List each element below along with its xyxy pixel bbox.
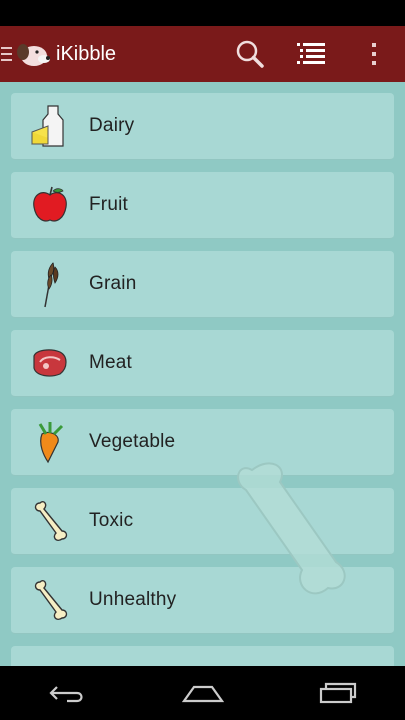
category-item-partial[interactable] (11, 646, 394, 666)
category-list-screen: Dairy Fruit Grain Meat Vegetable Toxic U… (0, 82, 405, 666)
category-item-meat[interactable]: Meat (11, 330, 394, 397)
category-label: Grain (89, 273, 137, 294)
action-bar: iKibble (0, 26, 405, 82)
category-label: Fruit (89, 194, 128, 215)
bone-icon (11, 488, 89, 555)
category-item-vegetable[interactable]: Vegetable (11, 409, 394, 476)
home-icon[interactable] (163, 666, 243, 720)
category-item-toxic[interactable]: Toxic (11, 488, 394, 555)
category-label: Meat (89, 352, 133, 373)
wheat-icon (11, 251, 89, 318)
category-label: Unhealthy (89, 589, 177, 610)
dog-logo-icon[interactable] (14, 26, 52, 82)
category-label: Dairy (89, 115, 135, 136)
carrot-icon (11, 409, 89, 476)
overflow-menu-icon[interactable] (343, 26, 405, 82)
status-bar (0, 0, 405, 26)
search-icon[interactable] (219, 26, 281, 82)
category-list: Dairy Fruit Grain Meat Vegetable Toxic U… (11, 93, 394, 666)
menu-icon[interactable] (0, 26, 14, 82)
steak-icon (11, 330, 89, 397)
list-view-icon[interactable] (281, 26, 343, 82)
app-title: iKibble (56, 42, 117, 65)
category-item-fruit[interactable]: Fruit (11, 172, 394, 239)
category-label: Vegetable (89, 431, 176, 452)
category-label: Toxic (89, 510, 134, 531)
category-item-dairy[interactable]: Dairy (11, 93, 394, 160)
recent-apps-icon[interactable] (298, 666, 378, 720)
category-item-unhealthy[interactable]: Unhealthy (11, 567, 394, 634)
navigation-bar (0, 666, 405, 720)
back-icon[interactable] (28, 666, 108, 720)
apple-icon (11, 172, 89, 239)
bone-icon (11, 567, 89, 634)
category-item-grain[interactable]: Grain (11, 251, 394, 318)
milk-cheese-icon (11, 93, 89, 160)
